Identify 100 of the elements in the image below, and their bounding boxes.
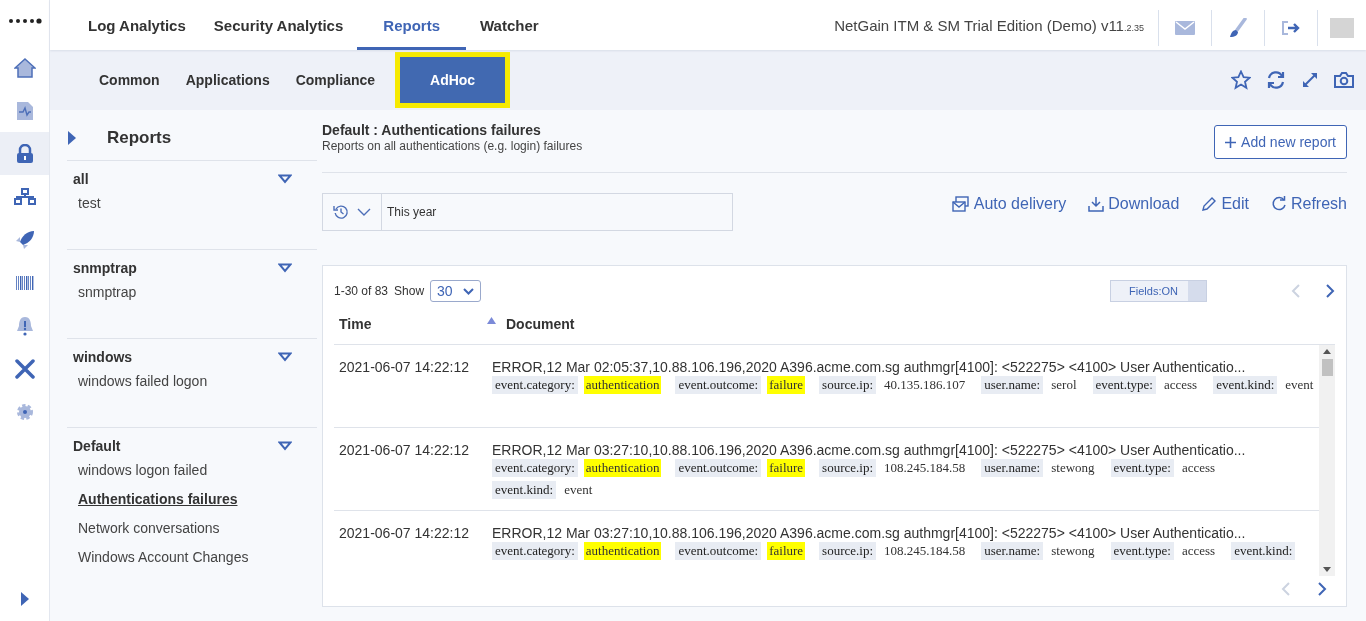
action-link[interactable]: Auto delivery [951, 194, 1067, 214]
field-value: failure [767, 459, 806, 477]
column-header[interactable]: Time [339, 316, 372, 332]
brush-icon [1229, 18, 1247, 38]
scrollbar[interactable] [1319, 345, 1335, 576]
group-name: windows [73, 349, 133, 365]
refresh-icon[interactable] [1266, 70, 1286, 90]
expand-arrow-icon[interactable] [19, 591, 30, 607]
download-icon [1088, 196, 1105, 212]
column-header[interactable]: Document [506, 316, 575, 332]
sort-ascending-icon[interactable] [487, 317, 496, 324]
delivery-icon [951, 196, 970, 212]
field-key: event.outcome: [675, 542, 762, 560]
star-icon[interactable] [1231, 70, 1251, 90]
group-name: Default [73, 438, 121, 454]
field-key: event.type: [1092, 376, 1156, 394]
rail-nav-item[interactable] [0, 132, 49, 175]
history-icon[interactable] [333, 204, 349, 220]
time-cell-text: 2021-06-07 14:22:12 [339, 442, 470, 460]
nav-tab[interactable]: Log Analytics [74, 3, 200, 50]
fields-toggle[interactable]: Fields:ON [1110, 280, 1207, 302]
action-link[interactable]: Download [1088, 194, 1180, 214]
field-key: event.category: [492, 376, 578, 394]
report-link[interactable]: Windows Account Changes [67, 542, 317, 571]
field-key: user.name: [981, 542, 1044, 560]
logout-icon [1281, 20, 1301, 36]
report-link[interactable]: windows logon failed [67, 455, 317, 484]
scroll-thumb[interactable] [1321, 359, 1333, 376]
menu-dots-icon[interactable] [7, 18, 42, 24]
report-link[interactable]: snmptrap [67, 277, 317, 306]
field-key: source.ip: [819, 376, 876, 394]
log-message: ERROR,12 Mar 03:27:10,10.88.106.196,2020 A396.acme.com.sg authmgr[4100]: <522275> <4100> User Authenticatio... [492, 442, 1247, 458]
field-key: event.category: [492, 542, 578, 560]
field-key: user.name: [981, 376, 1044, 394]
next-page-icon[interactable] [1317, 582, 1327, 596]
time-cell-text: 2021-06-07 14:22:12 [339, 525, 470, 543]
nav-tab[interactable]: Watcher [466, 3, 553, 50]
chevron-down-icon[interactable] [357, 208, 371, 216]
report-link[interactable]: Network conversations [67, 513, 317, 542]
sub-tab[interactable]: Compliance [282, 57, 389, 103]
time-cell-text: 2021-06-07 14:22:12 [339, 359, 470, 377]
camera-icon[interactable] [1334, 71, 1354, 89]
group-name: snmptrap [73, 260, 137, 276]
nav-tab[interactable]: Security Analytics [199, 3, 358, 50]
action-link[interactable]: Edit [1201, 194, 1249, 214]
report-link[interactable]: windows failed logon [67, 366, 317, 395]
scroll-up-icon[interactable] [1323, 349, 1331, 354]
field-value: 108.245.184.58 [883, 542, 967, 560]
field-key: user.name: [981, 459, 1044, 477]
field-value: failure [767, 542, 806, 560]
home-icon [13, 57, 36, 78]
caret-icon[interactable] [278, 352, 292, 362]
lock-icon [15, 143, 34, 164]
field-key: source.ip: [819, 542, 876, 560]
log-message: ERROR,12 Mar 03:27:10,10.88.106.196,2020 A396.acme.com.sg authmgr[4100]: <522275> <4100> User Authenticatio... [492, 525, 1247, 541]
next-page-icon[interactable] [1325, 284, 1335, 298]
field-key: event.kind: [1213, 376, 1278, 394]
mail-icon [1175, 21, 1195, 35]
field-value: authentication [583, 542, 662, 560]
caret-icon[interactable] [278, 174, 292, 184]
field-value: 108.245.184.58 [883, 459, 967, 477]
field-key: event.kind: [492, 481, 557, 499]
field-value: event [1284, 376, 1315, 394]
report-link[interactable]: Authentications failures [67, 484, 317, 513]
report-link[interactable]: test [67, 188, 317, 217]
caret-icon[interactable] [278, 441, 292, 451]
action-link[interactable]: Refresh [1270, 194, 1347, 214]
add-report-button[interactable]: Add new report [1214, 125, 1347, 159]
log-message: ERROR,12 Mar 02:05:37,10.88.106.196,2020 A396.acme.com.sg authmgr[4100]: <522275> <4100> User Authenticatio... [492, 359, 1247, 375]
field-key: event.category: [492, 459, 578, 477]
network-icon [13, 187, 36, 206]
field-value: event [563, 481, 594, 499]
refresh-icon [1270, 196, 1287, 212]
field-value: access [1181, 542, 1217, 560]
time-range-field[interactable]: This year [322, 193, 733, 231]
field-key: event.type: [1110, 459, 1174, 477]
caret-icon[interactable] [278, 263, 292, 273]
chevron-down-icon [462, 287, 474, 295]
plus-icon [1225, 136, 1237, 148]
expand-icon[interactable] [1301, 71, 1319, 89]
report-description: Reports on all authentications (e.g. login) failures [322, 139, 583, 153]
page-size-select[interactable]: 30 [430, 280, 481, 302]
result-count: 1-30 of 83 [334, 284, 389, 298]
field-key: event.outcome: [675, 459, 762, 477]
collapse-arrow-icon[interactable] [67, 130, 77, 146]
rocket-icon [14, 229, 35, 250]
field-value: authentication [583, 459, 662, 477]
field-value: 40.135.186.107 [883, 376, 967, 394]
scroll-down-icon[interactable] [1323, 567, 1331, 572]
field-value: authentication [583, 376, 662, 394]
sub-tab[interactable]: Applications [172, 57, 283, 103]
field-value: failure [767, 376, 806, 394]
field-value: serol [1050, 376, 1078, 394]
field-value: access [1181, 459, 1217, 477]
activity-icon [15, 100, 34, 121]
product-version-text: NetGain ITM & SM Trial Edition (Demo) v11.2.35 [834, 16, 1145, 34]
bell-icon [15, 315, 34, 336]
sub-tab[interactable]: Common [86, 57, 173, 103]
gear-icon [15, 402, 34, 421]
show-label: Show [394, 284, 425, 298]
